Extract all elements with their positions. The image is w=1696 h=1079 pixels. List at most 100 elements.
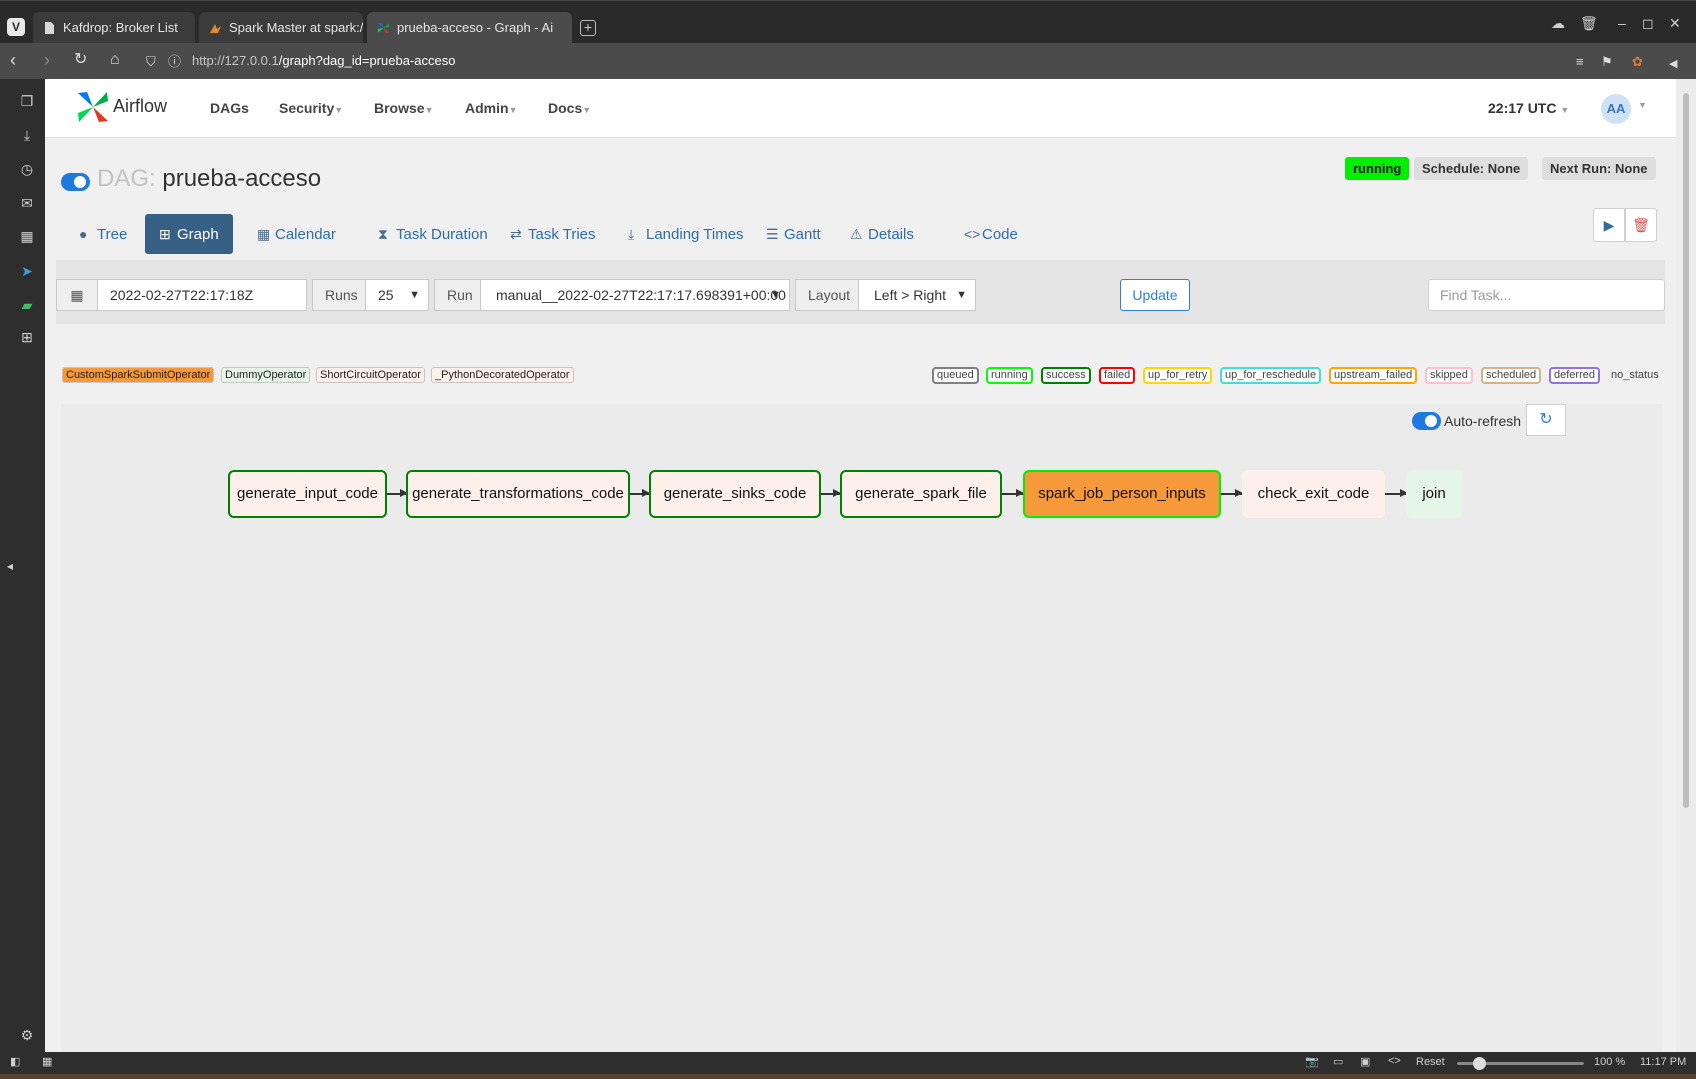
tile-icon[interactable]: ▦ [42,1055,52,1068]
dependency-edge [1002,490,1024,496]
operator-legend-item: _PythonDecoratedOperator [431,367,574,383]
state-legend-no-status[interactable]: no_status [1606,367,1664,384]
run-label: Run [434,279,481,311]
tab-code[interactable]: <> Code [956,214,1018,254]
tab-gantt[interactable]: ☰ Gantt [758,214,821,254]
dag-graph-canvas[interactable]: Auto-refresh ↻ generate_input_code gener… [61,404,1662,1052]
state-legend-up-for-retry[interactable]: up_for_retry [1143,367,1213,384]
tab-landing-times[interactable]: ⤓ Landing Times [620,214,744,254]
zoom-slider-handle[interactable] [1473,1057,1486,1070]
task-node[interactable]: generate_input_code [228,470,387,518]
panel-toggle-icon[interactable]: ◧ [10,1055,20,1068]
execution-date-input[interactable]: 2022-02-27T22:17:18Z [97,279,307,311]
collapse-panel-icon[interactable]: ◀ [2,559,18,575]
add-panel-icon[interactable]: ⊞ [19,329,35,345]
browser-tab-kafdrop[interactable]: Kafdrop: Broker List [33,12,195,44]
tab-task-tries[interactable]: ⇄ Task Tries [502,214,596,254]
camera-icon[interactable]: 📷 [1305,1055,1319,1068]
spark-icon [210,24,221,33]
auto-refresh-toggle[interactable] [1412,412,1441,430]
delete-dag-button[interactable]: 🗑 [1625,208,1657,242]
zoom-reset-button[interactable]: Reset [1416,1056,1445,1068]
menu-docs[interactable]: Docs▼ [548,100,591,116]
minimize-icon[interactable]: – [1618,15,1626,31]
play-icon: ▶ [1603,217,1615,233]
date-picker-button[interactable]: ▦ [56,279,98,311]
update-button[interactable]: Update [1120,279,1190,311]
dag-pause-toggle[interactable] [61,173,90,191]
caret-down-icon[interactable]: ▼ [1638,100,1647,110]
task-node[interactable]: join [1406,470,1462,518]
trigger-dag-button[interactable]: ▶ [1593,208,1625,242]
image-icon[interactable]: ▣ [1360,1055,1370,1068]
settings-gear-icon[interactable]: ⚙ [19,1027,35,1043]
bookmark-icon[interactable]: ⚑ [1601,52,1613,72]
vivaldi-menu-icon[interactable]: V [7,18,25,36]
dag-title: DAG: prueba-acceso [97,165,321,193]
bookmarks-icon[interactable]: ❒ [19,93,35,109]
task-node[interactable]: generate_sinks_code [649,470,821,518]
menu-security[interactable]: Security▼ [279,100,343,116]
airflow-logo-icon[interactable] [75,89,111,125]
user-avatar[interactable]: AA [1601,94,1631,124]
menu-browse[interactable]: Browse▼ [374,100,434,116]
panel-toggle-icon[interactable]: ◀ [1669,54,1677,74]
back-icon[interactable]: ‹ [10,50,16,70]
auto-refresh-label: Auto-refresh [1444,413,1522,429]
downloads-icon[interactable]: ⤓ [19,127,35,143]
tab-graph[interactable]: ⊞ Graph [145,214,233,254]
chat-icon[interactable]: ▰ [19,297,35,313]
task-node[interactable]: spark_job_person_inputs [1023,470,1221,518]
task-node[interactable]: check_exit_code [1242,470,1385,518]
layout-select[interactable]: Left > Right ▼ [858,279,976,311]
reader-icon[interactable]: ≡ [1576,52,1584,72]
url-field[interactable]: http://127.0.0.1/graph?dag_id=prueba-acc… [192,53,455,68]
task-node[interactable]: generate_transformations_code [406,470,630,518]
maximize-icon[interactable]: ◻ [1642,15,1654,32]
state-legend-success[interactable]: success [1041,367,1091,384]
history-icon[interactable]: ◷ [19,161,35,177]
info-icon[interactable]: ⓘ [168,52,181,72]
menu-dags[interactable]: DAGs [210,100,249,116]
window-icon[interactable]: ▭ [1333,1055,1343,1068]
tab-tree[interactable]: ● Tree [71,214,127,254]
state-legend-up-for-reschedule[interactable]: up_for_reschedule [1220,367,1322,384]
extension-icon[interactable]: ✿ [1632,52,1643,72]
tab-task-duration[interactable]: ⧗ Task Duration [370,214,488,254]
calendar-icon[interactable]: ▦ [19,228,35,244]
state-legend-skipped[interactable]: skipped [1425,367,1473,384]
code-icon[interactable]: <> [1388,1055,1401,1067]
airflow-brand[interactable]: Airflow [113,96,167,117]
state-legend-queued[interactable]: queued [932,367,979,384]
run-select[interactable]: manual__2022-02-27T22:17:17.698391+00:00… [480,279,790,311]
browser-tab-airflow[interactable]: prueba-acceso - Graph - Ai [367,12,572,44]
menu-admin[interactable]: Admin▼ [465,100,517,116]
desktop-strip [0,1074,1696,1079]
forward-icon[interactable]: › [44,50,50,70]
zoom-slider[interactable] [1457,1057,1584,1070]
home-icon[interactable]: ⌂ [110,50,120,70]
refresh-button[interactable]: ↻ [1526,404,1566,436]
scrollbar-thumb[interactable] [1683,93,1689,808]
find-task-input[interactable]: Find Task... [1428,279,1665,311]
state-legend-scheduled[interactable]: scheduled [1481,367,1542,384]
state-legend-failed[interactable]: failed [1099,367,1136,384]
reload-icon[interactable]: ↻ [74,50,87,70]
runs-select[interactable]: 25 ▼ [365,279,429,311]
state-legend-deferred[interactable]: deferred [1549,367,1600,384]
close-icon[interactable]: ✕ [1669,15,1681,32]
state-legend-running[interactable]: running [986,367,1033,384]
browser-tab-spark[interactable]: Spark Master at spark://ce [199,12,363,44]
utc-clock[interactable]: 22:17 UTC ▼ [1488,100,1569,116]
trash-icon[interactable]: 🗑 [1580,15,1598,32]
new-tab-icon[interactable]: + [580,20,596,36]
mail-icon[interactable]: ✉ [19,195,35,211]
task-node[interactable]: generate_spark_file [840,470,1002,518]
tab-calendar[interactable]: ▦ Calendar [249,214,336,254]
tab-details[interactable]: ⚠ Details [842,214,914,254]
state-legend-upstream-failed[interactable]: upstream_failed [1329,367,1418,384]
cloud-icon[interactable]: ☁ [1551,15,1565,32]
telegram-icon[interactable]: ➤ [19,263,35,279]
page-scrollbar[interactable] [1676,79,1696,1052]
shield-icon[interactable]: ⛉ [146,52,156,72]
